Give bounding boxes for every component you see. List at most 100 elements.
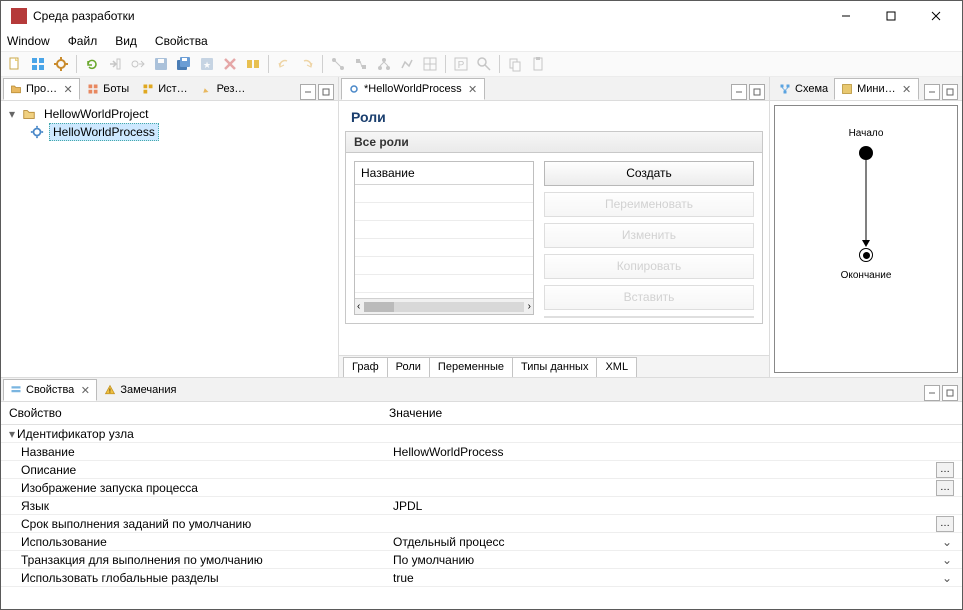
prop-value[interactable]: HellowWorldProcess	[389, 445, 954, 459]
property-row[interactable]: Срок выполнения заданий по умолчанию …	[1, 515, 962, 533]
tab-bots[interactable]: Боты	[80, 78, 135, 100]
scroll-right-icon[interactable]: ›	[528, 301, 531, 312]
create-button[interactable]: Создать	[544, 161, 754, 186]
prop-value[interactable]: JPDL	[389, 499, 954, 513]
undo-icon[interactable]	[274, 54, 294, 74]
menu-properties[interactable]: Свойства	[155, 34, 208, 48]
horizontal-scrollbar[interactable]: ‹ ›	[355, 298, 533, 314]
roles-grid[interactable]: Название ‹	[354, 161, 534, 315]
menu-file[interactable]: Файл	[68, 34, 98, 48]
menu-view[interactable]: Вид	[115, 34, 137, 48]
maximize-panel-button[interactable]	[318, 84, 334, 100]
maximize-button[interactable]	[868, 2, 913, 30]
paste-icon[interactable]	[528, 54, 548, 74]
close-icon[interactable]: ✕	[62, 83, 74, 95]
refresh-icon[interactable]	[82, 54, 102, 74]
menu-window[interactable]: Window	[7, 34, 50, 48]
close-icon[interactable]: ✕	[901, 83, 913, 95]
grid-row[interactable]	[355, 257, 533, 275]
tree-project-node[interactable]: ▾ HellowWorldProject	[7, 105, 332, 123]
tab-sources[interactable]: Ист…	[135, 78, 193, 100]
new-file-icon[interactable]	[5, 54, 25, 74]
prop-value[interactable]: true	[389, 571, 940, 585]
grid-row[interactable]	[355, 221, 533, 239]
maximize-panel-button[interactable]	[749, 84, 765, 100]
column-name[interactable]: Название	[355, 162, 533, 185]
ellipsis-button[interactable]: …	[936, 480, 954, 496]
paste-button[interactable]: Вставить	[544, 285, 754, 310]
grid-row[interactable]	[355, 239, 533, 257]
graph1-icon[interactable]	[328, 54, 348, 74]
gear-icon[interactable]	[51, 54, 71, 74]
tab-vars[interactable]: Переменные	[430, 357, 513, 377]
tab-xml[interactable]: XML	[597, 357, 637, 377]
close-icon[interactable]: ✕	[79, 384, 91, 396]
dropdown-icon[interactable]: ⌄	[940, 535, 954, 549]
tab-schema[interactable]: Схема	[772, 78, 834, 100]
property-row[interactable]: Использовать глобальные разделы true ⌄	[1, 569, 962, 587]
tab-properties[interactable]: Свойства ✕	[3, 379, 97, 401]
ellipsis-button[interactable]: …	[936, 516, 954, 532]
edit-button[interactable]: Изменить	[544, 223, 754, 248]
p-box-icon[interactable]: P	[451, 54, 471, 74]
expand-icon[interactable]: ▾	[7, 107, 17, 121]
save-icon[interactable]	[151, 54, 171, 74]
export-icon[interactable]	[105, 54, 125, 74]
search-button[interactable]: Искать	[544, 316, 754, 318]
minimap-diagram[interactable]: Начало Окончание	[774, 105, 958, 373]
ellipsis-button[interactable]: …	[936, 462, 954, 478]
dropdown-icon[interactable]: ⌄	[940, 571, 954, 585]
minimize-button[interactable]	[823, 2, 868, 30]
tab-minimap[interactable]: Мини… ✕	[834, 78, 919, 100]
grid-row[interactable]	[355, 275, 533, 293]
maximize-panel-button[interactable]	[942, 84, 958, 100]
scroll-left-icon[interactable]: ‹	[357, 301, 360, 312]
tab-sources-label: Ист…	[158, 83, 187, 95]
column-value: Значение	[389, 406, 442, 420]
tab-results[interactable]: Рез…	[194, 78, 252, 100]
project-tree[interactable]: ▾ HellowWorldProject HelloWorldProcess	[1, 101, 338, 377]
graph4-icon[interactable]	[397, 54, 417, 74]
minimize-panel-button[interactable]	[924, 84, 940, 100]
property-row[interactable]: Изображение запуска процесса …	[1, 479, 962, 497]
dropdown-icon[interactable]: ⌄	[940, 553, 954, 567]
copy-button[interactable]: Копировать	[544, 254, 754, 279]
tab-graph[interactable]: Граф	[343, 357, 388, 377]
graph3-icon[interactable]	[374, 54, 394, 74]
minimize-panel-button[interactable]	[731, 84, 747, 100]
close-icon[interactable]: ✕	[467, 83, 479, 95]
compare-icon[interactable]	[243, 54, 263, 74]
property-row[interactable]: Использование Отдельный процесс ⌄	[1, 533, 962, 551]
tab-notes[interactable]: ! Замечания	[97, 379, 182, 401]
tab-roles[interactable]: Роли	[388, 357, 430, 377]
tree-process-node[interactable]: HelloWorldProcess	[7, 123, 332, 141]
delete-icon[interactable]	[220, 54, 240, 74]
grid-row[interactable]	[355, 203, 533, 221]
expand-icon[interactable]: ▾	[9, 427, 15, 441]
prop-value[interactable]: Отдельный процесс	[389, 535, 940, 549]
rename-button[interactable]: Переименовать	[544, 192, 754, 217]
minimize-panel-button[interactable]	[924, 385, 940, 401]
graph2-icon[interactable]	[351, 54, 371, 74]
save-all-icon[interactable]	[174, 54, 194, 74]
tab-types[interactable]: Типы данных	[513, 357, 597, 377]
redo-icon[interactable]	[297, 54, 317, 74]
grid-row[interactable]	[355, 185, 533, 203]
editor-tab-process[interactable]: *HelloWorldProcess ✕	[341, 78, 485, 100]
property-row[interactable]: Описание …	[1, 461, 962, 479]
property-row[interactable]: Транзакция для выполнения по умолчанию П…	[1, 551, 962, 569]
save-new-icon[interactable]: ★	[197, 54, 217, 74]
close-button[interactable]	[913, 2, 958, 30]
copy-icon[interactable]	[505, 54, 525, 74]
import-icon[interactable]	[128, 54, 148, 74]
maximize-panel-button[interactable]	[942, 385, 958, 401]
grid-icon[interactable]	[28, 54, 48, 74]
graph5-icon[interactable]	[420, 54, 440, 74]
property-row[interactable]: Название HellowWorldProcess	[1, 443, 962, 461]
prop-value[interactable]: По умолчанию	[389, 553, 940, 567]
zoom-icon[interactable]	[474, 54, 494, 74]
property-row[interactable]: ▾Идентификатор узла	[1, 425, 962, 443]
tab-projects[interactable]: Про… ✕	[3, 78, 80, 100]
minimize-panel-button[interactable]	[300, 84, 316, 100]
property-row[interactable]: Язык JPDL	[1, 497, 962, 515]
